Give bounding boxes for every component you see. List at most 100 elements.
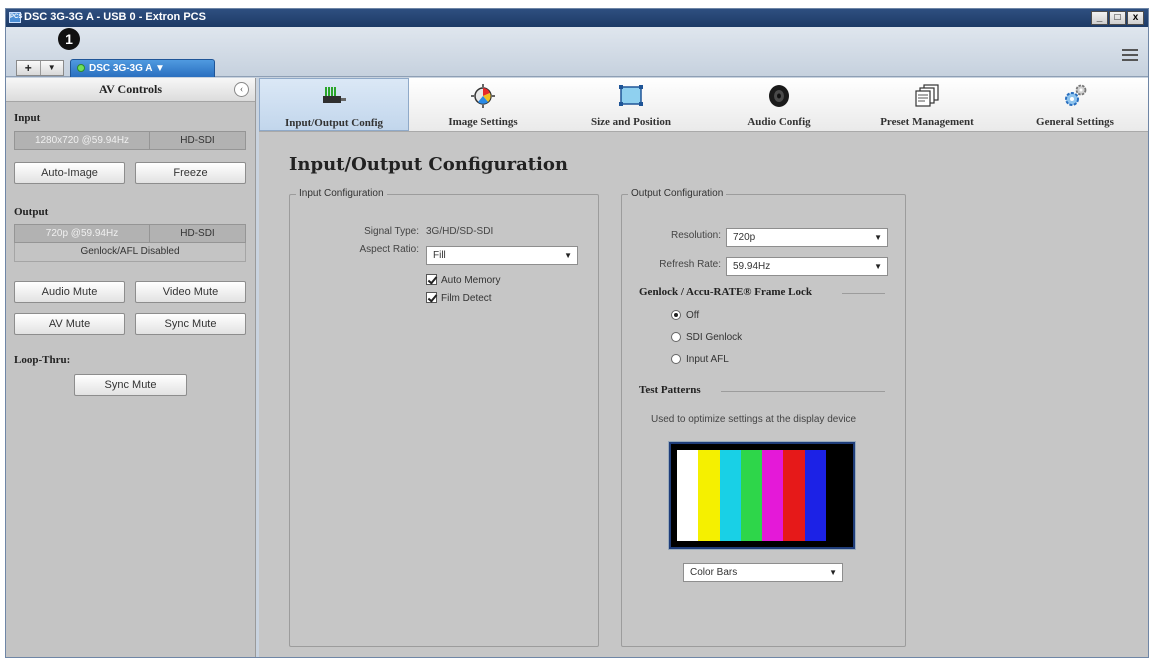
plus-icon[interactable]: + bbox=[17, 61, 40, 75]
genlock-heading: Genlock / Accu-RATE® Frame Lock bbox=[639, 286, 812, 298]
input-afl-radio[interactable]: Input AFL bbox=[671, 354, 729, 365]
add-device-button[interactable]: + ▼ bbox=[16, 60, 64, 76]
collapse-icon[interactable]: ‹ bbox=[234, 82, 249, 97]
device-tab-strip: 1 + ▼ DSC 3G-3G A ▼ bbox=[6, 27, 1148, 77]
tab-input-output-config[interactable]: Input/Output Config bbox=[259, 78, 409, 131]
auto-memory-checkbox[interactable]: Auto Memory bbox=[426, 274, 500, 286]
tab-label: Preset Management bbox=[880, 116, 974, 128]
video-mute-button[interactable]: Video Mute bbox=[135, 281, 246, 303]
film-detect-checkbox[interactable]: Film Detect bbox=[426, 292, 492, 304]
test-patterns-hint: Used to optimize settings at the display… bbox=[651, 414, 857, 425]
input-type: HD-SDI bbox=[180, 135, 215, 146]
tab-preset-management[interactable]: Preset Management bbox=[853, 78, 1001, 131]
add-dropdown-icon[interactable]: ▼ bbox=[39, 61, 64, 75]
refresh-rate-label: Refresh Rate: bbox=[659, 259, 721, 270]
aspect-ratio-value: Fill bbox=[433, 250, 446, 261]
dropdown-arrow-icon: ▼ bbox=[829, 568, 837, 577]
tab-size-and-position[interactable]: Size and Position bbox=[557, 78, 705, 131]
input-section-label: Input bbox=[14, 112, 41, 124]
color-bar bbox=[804, 450, 826, 541]
output-status: 720p @59.94Hz HD-SDI bbox=[14, 224, 246, 243]
tab-label: General Settings bbox=[1036, 116, 1114, 128]
config-toolbar: Input/Output Config Image Settings Size … bbox=[259, 78, 1148, 132]
tab-label: Audio Config bbox=[747, 116, 811, 128]
genlock-divider bbox=[842, 293, 885, 294]
test-patterns-divider bbox=[721, 391, 885, 392]
window-title: DSC 3G-3G A - USB 0 - Extron PCS bbox=[24, 11, 206, 23]
audio-mute-button[interactable]: Audio Mute bbox=[14, 281, 125, 303]
genlock-off-label: Off bbox=[686, 310, 700, 321]
color-bar bbox=[783, 450, 805, 541]
auto-memory-label: Auto Memory bbox=[441, 275, 501, 286]
gears-icon bbox=[1065, 84, 1087, 106]
genlock-off-radio[interactable]: Off bbox=[671, 310, 699, 321]
device-tab[interactable]: DSC 3G-3G A ▼ bbox=[70, 59, 215, 77]
speaker-icon bbox=[769, 85, 789, 107]
sdi-genlock-radio[interactable]: SDI Genlock bbox=[671, 332, 742, 343]
av-controls-header: AV Controls ‹ bbox=[6, 78, 255, 102]
tab-label: Image Settings bbox=[448, 116, 518, 128]
close-button[interactable]: x bbox=[1127, 11, 1144, 25]
page-title: Input/Output Configuration bbox=[289, 154, 568, 175]
input-configuration-legend: Input Configuration bbox=[296, 188, 387, 199]
radio-selected-icon bbox=[671, 310, 681, 320]
color-bar bbox=[698, 450, 720, 541]
av-controls-panel: AV Controls ‹ Input 1280x720 @59.94Hz HD… bbox=[6, 78, 256, 657]
freeze-button[interactable]: Freeze bbox=[135, 162, 246, 184]
dropdown-arrow-icon: ▼ bbox=[564, 251, 572, 260]
genlock-status: Genlock/AFL Disabled bbox=[14, 243, 246, 262]
av-controls-title: AV Controls bbox=[98, 82, 163, 96]
av-mute-button[interactable]: AV Mute bbox=[14, 313, 125, 335]
window-controls: _ □ x bbox=[1091, 11, 1144, 25]
loop-thru-sync-mute-button[interactable]: Sync Mute bbox=[74, 374, 187, 396]
output-resolution: 720p @59.94Hz bbox=[15, 225, 150, 242]
maximize-button[interactable]: □ bbox=[1109, 11, 1126, 25]
color-bar bbox=[825, 450, 847, 541]
radio-unselected-icon bbox=[671, 354, 681, 364]
input-status: 1280x720 @59.94Hz HD-SDI bbox=[14, 131, 246, 150]
menu-icon[interactable] bbox=[1122, 49, 1138, 61]
title-bar: PCS DSC 3G-3G A - USB 0 - Extron PCS _ □… bbox=[6, 9, 1148, 27]
signal-type-label: Signal Type: bbox=[364, 226, 419, 237]
sync-mute-button[interactable]: Sync Mute bbox=[135, 313, 246, 335]
output-type: HD-SDI bbox=[180, 228, 215, 239]
color-bar bbox=[762, 450, 784, 541]
film-detect-label: Film Detect bbox=[441, 293, 492, 304]
test-pattern-preview bbox=[669, 442, 855, 549]
dropdown-arrow-icon: ▼ bbox=[874, 262, 882, 271]
device-tab-label: DSC 3G-3G A ▼ bbox=[89, 63, 165, 74]
tab-label: Input/Output Config bbox=[284, 117, 384, 129]
app-window: PCS DSC 3G-3G A - USB 0 - Extron PCS _ □… bbox=[5, 8, 1149, 658]
resolution-select[interactable]: 720p ▼ bbox=[726, 228, 888, 247]
aspect-ratio-select[interactable]: Fill ▼ bbox=[426, 246, 578, 265]
checkbox-checked-icon bbox=[426, 274, 437, 285]
input-afl-label: Input AFL bbox=[686, 354, 729, 365]
tab-general-settings[interactable]: General Settings bbox=[1001, 78, 1148, 131]
input-output-icon bbox=[323, 87, 346, 103]
minimize-button[interactable]: _ bbox=[1091, 11, 1108, 25]
main-content: Input/Output Config Image Settings Size … bbox=[259, 78, 1148, 657]
size-position-icon bbox=[619, 85, 643, 106]
loop-thru-label: Loop-Thru: bbox=[14, 354, 71, 366]
sdi-genlock-label: SDI Genlock bbox=[686, 332, 743, 343]
radio-unselected-icon bbox=[671, 332, 681, 342]
image-settings-icon bbox=[471, 84, 495, 108]
auto-image-button[interactable]: Auto-Image bbox=[14, 162, 125, 184]
tab-image-settings[interactable]: Image Settings bbox=[409, 78, 557, 131]
connected-status-icon bbox=[77, 64, 85, 72]
app-icon: PCS bbox=[9, 12, 22, 23]
preset-icon bbox=[915, 84, 939, 107]
output-section-label: Output bbox=[14, 206, 49, 218]
color-bar bbox=[740, 450, 762, 541]
dropdown-arrow-icon: ▼ bbox=[874, 233, 882, 242]
resolution-label: Resolution: bbox=[670, 230, 721, 241]
checkbox-checked-icon bbox=[426, 292, 437, 303]
color-bar bbox=[677, 450, 699, 541]
test-pattern-select[interactable]: Color Bars ▼ bbox=[683, 563, 843, 582]
tab-audio-config[interactable]: Audio Config bbox=[705, 78, 853, 131]
output-configuration-legend: Output Configuration bbox=[628, 188, 727, 199]
callout-marker: 1 bbox=[58, 28, 80, 50]
test-pattern-value: Color Bars bbox=[690, 567, 738, 578]
refresh-rate-select[interactable]: 59.94Hz ▼ bbox=[726, 257, 888, 276]
resolution-value: 720p bbox=[733, 232, 756, 243]
